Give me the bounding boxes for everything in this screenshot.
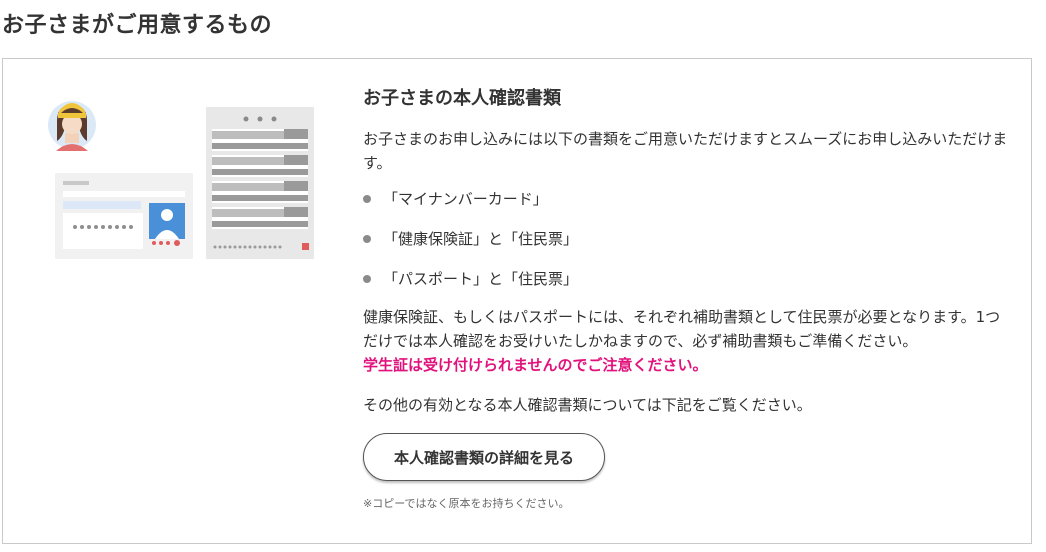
card-content: お子さまの本人確認書類 お子さまのお申し込みには以下の書類をご用意いただけますと…: [363, 85, 1013, 513]
id-documents-illustration: [48, 101, 314, 259]
bullet-icon: [363, 235, 371, 243]
id-card-icon: [55, 173, 193, 259]
note-paragraph: 健康保険証、もしくはパスポートには、それぞれ補助書類として住民票が必要となります…: [363, 305, 1013, 377]
bullet-icon: [363, 275, 371, 283]
list-item-label: 「マイナンバーカード」: [383, 190, 548, 208]
list-item: 「マイナンバーカード」: [363, 187, 1013, 211]
residence-certificate-icon: [206, 107, 314, 259]
list-item-label: 「健康保険証」と「住民票」: [383, 230, 579, 248]
list-item: 「健康保険証」と「住民票」: [363, 227, 1013, 251]
footnote: ※コピーではなく原本をお持ちください。: [363, 497, 570, 510]
bullet-icon: [363, 195, 371, 203]
list-item: 「パスポート」と「住民票」: [363, 267, 1013, 291]
document-list: 「マイナンバーカード」 「健康保険証」と「住民票」 「パスポート」と「住民票」: [363, 187, 1013, 291]
id-documents-card: お子さまの本人確認書類 お子さまのお申し込みには以下の書類をご用意いただけますと…: [2, 58, 1032, 544]
warning-text: 学生証は受け付けられませんのでご注意ください。: [363, 356, 708, 374]
child-avatar-icon: [48, 101, 96, 151]
section-title: お子さまがご用意するもの: [2, 13, 273, 38]
other-documents-text: その他の有効となる本人確認書類については下記をご覧ください。: [363, 396, 812, 414]
lead-text: お子さまのお申し込みには以下の書類をご用意いただけますとスムーズにお申し込みいた…: [363, 130, 1008, 172]
note-text: 健康保険証、もしくはパスポートには、それぞれ補助書類として住民票が必要となります…: [363, 308, 1001, 350]
list-item-label: 「パスポート」と「住民票」: [383, 270, 579, 288]
view-details-button[interactable]: 本人確認書類の詳細を見る: [363, 433, 605, 481]
card-title: お子さまの本人確認書類: [363, 88, 561, 109]
